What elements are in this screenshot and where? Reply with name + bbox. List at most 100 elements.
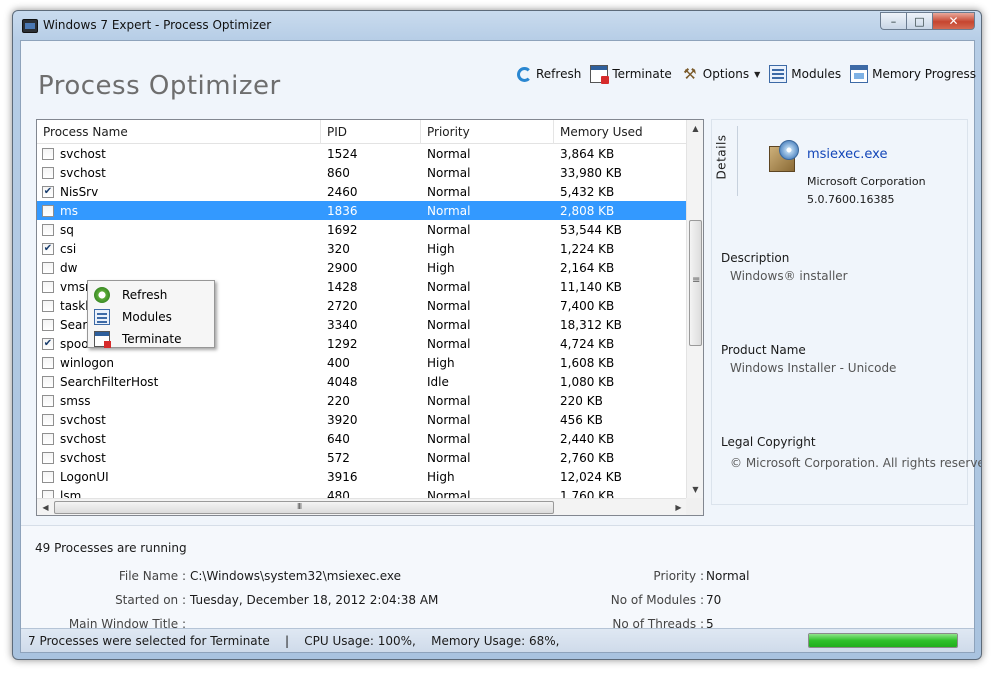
scroll-left-icon[interactable]: ◀ <box>37 499 54 515</box>
row-checkbox[interactable] <box>42 261 54 274</box>
row-checkbox[interactable] <box>42 223 54 236</box>
process-list[interactable]: Process Name PID Priority Memory Used sv… <box>36 119 704 516</box>
legal-copyright-label: Legal Copyright <box>721 435 816 449</box>
horizontal-scroll-thumb[interactable] <box>54 501 554 514</box>
description-value: Windows® installer <box>730 269 848 283</box>
table-row[interactable]: LogonUI 3916 High 12,024 KB <box>37 467 687 486</box>
process-name-cell: svchost <box>37 413 321 427</box>
pid-cell: 860 <box>327 165 350 180</box>
table-row[interactable]: csi 320 High 1,224 KB <box>37 239 687 258</box>
process-name-cell: NisSrv <box>37 185 321 199</box>
row-checkbox[interactable] <box>42 337 54 350</box>
row-checkbox[interactable] <box>42 375 54 388</box>
refresh-icon <box>517 66 532 82</box>
column-header-memory-used[interactable]: Memory Used <box>554 120 687 144</box>
memory-cell: 2,164 KB <box>560 260 615 275</box>
table-row[interactable]: svchost 640 Normal 2,440 KB <box>37 429 687 448</box>
scroll-down-icon[interactable]: ▼ <box>687 481 703 498</box>
modules-button[interactable]: Modules <box>769 65 841 83</box>
row-checkbox[interactable] <box>42 432 54 445</box>
priority-label: Priority : <box>653 569 704 583</box>
started-on-label: Started on : <box>115 593 186 607</box>
row-checkbox[interactable] <box>42 470 54 483</box>
process-name: svchost <box>60 431 106 446</box>
options-button[interactable]: ⚒ Options ▼ <box>681 65 760 83</box>
pid-cell: 320 <box>327 241 350 256</box>
priority-cell: Idle <box>427 374 449 389</box>
refresh-button[interactable]: Refresh <box>517 66 581 82</box>
table-row[interactable]: svchost 1524 Normal 3,864 KB <box>37 144 687 163</box>
row-checkbox[interactable] <box>42 299 54 312</box>
priority-cell: Normal <box>427 317 471 332</box>
table-row[interactable]: svchost 860 Normal 33,980 KB <box>37 163 687 182</box>
row-checkbox[interactable] <box>42 318 54 331</box>
process-name-cell: winlogon <box>37 356 321 370</box>
table-row[interactable]: dw 2900 High 2,164 KB <box>37 258 687 277</box>
row-checkbox[interactable] <box>42 280 54 293</box>
details-company: Microsoft Corporation <box>807 175 926 188</box>
memory-progress-button[interactable]: Memory Progress <box>850 65 976 83</box>
row-checkbox[interactable] <box>42 147 54 160</box>
process-name: NisSrv <box>60 184 99 199</box>
column-header-process-name[interactable]: Process Name <box>37 120 321 144</box>
memory-cell: 2,760 KB <box>560 450 615 465</box>
memory-cell: 2,808 KB <box>560 203 615 218</box>
modules-count-value: 70 <box>706 593 722 607</box>
vertical-scrollbar[interactable]: ▲ ▼ <box>686 120 703 498</box>
row-checkbox[interactable] <box>42 356 54 369</box>
row-checkbox[interactable] <box>42 413 54 426</box>
column-header-pid[interactable]: PID <box>321 120 421 144</box>
table-row[interactable]: NisSrv 2460 Normal 5,432 KB <box>37 182 687 201</box>
status-bar: 7 Processes were selected for Terminate … <box>21 628 974 652</box>
memory-cell: 1,224 KB <box>560 241 615 256</box>
process-name: sq <box>60 222 74 237</box>
process-name-cell: svchost <box>37 432 321 446</box>
priority-cell: High <box>427 355 455 370</box>
table-row[interactable]: smss 220 Normal 220 KB <box>37 391 687 410</box>
row-checkbox[interactable] <box>42 204 54 217</box>
details-tab[interactable]: Details <box>715 132 734 186</box>
context-menu-item-terminate[interactable]: Terminate <box>88 328 214 350</box>
title-bar[interactable]: Windows 7 Expert - Process Optimizer – □… <box>13 11 981 41</box>
table-row[interactable]: SearchFilterHost 4048 Idle 1,080 KB <box>37 372 687 391</box>
pid-cell: 400 <box>327 355 350 370</box>
details-divider <box>737 126 738 196</box>
horizontal-scrollbar[interactable]: ◀ ▶ <box>37 498 687 515</box>
table-row[interactable]: ms 1836 Normal 2,808 KB <box>37 201 687 220</box>
memory-usage-progress <box>808 633 958 648</box>
memory-cell: 1,080 KB <box>560 374 615 389</box>
table-row[interactable]: winlogon 400 High 1,608 KB <box>37 353 687 372</box>
process-name: csi <box>60 241 77 256</box>
priority-cell: Normal <box>427 279 471 294</box>
product-name-value: Windows Installer - Unicode <box>730 361 897 375</box>
row-checkbox[interactable] <box>42 394 54 407</box>
context-menu-item-refresh[interactable]: Refresh <box>88 284 214 306</box>
table-row[interactable]: svchost 3920 Normal 456 KB <box>37 410 687 429</box>
toolbar: Refresh Terminate ⚒ Options ▼ Modules Me… <box>517 65 976 84</box>
terminate-button[interactable]: Terminate <box>590 65 672 84</box>
scroll-up-icon[interactable]: ▲ <box>687 120 703 137</box>
scroll-right-icon[interactable]: ▶ <box>670 499 687 515</box>
terminate-icon <box>590 65 610 84</box>
main-window: Windows 7 Expert - Process Optimizer – □… <box>12 10 982 660</box>
row-checkbox[interactable] <box>42 166 54 179</box>
vertical-scroll-thumb[interactable] <box>689 220 702 346</box>
context-menu-item-modules[interactable]: Modules <box>88 306 214 328</box>
row-checkbox[interactable] <box>42 185 54 198</box>
minimize-button[interactable]: – <box>880 12 906 30</box>
memory-cell: 33,980 KB <box>560 165 622 180</box>
table-row[interactable]: svchost 572 Normal 2,760 KB <box>37 448 687 467</box>
close-button[interactable]: ✕ <box>932 12 975 30</box>
tools-icon: ⚒ <box>683 65 697 83</box>
maximize-button[interactable]: □ <box>906 12 932 30</box>
context-menu-label: Terminate <box>122 332 182 346</box>
memory-usage-progress-fill <box>809 634 957 647</box>
row-checkbox[interactable] <box>42 451 54 464</box>
process-name-cell: dw <box>37 261 321 275</box>
pid-cell: 2900 <box>327 260 358 275</box>
row-checkbox[interactable] <box>42 242 54 255</box>
table-row[interactable]: sq 1692 Normal 53,544 KB <box>37 220 687 239</box>
column-header-priority[interactable]: Priority <box>421 120 554 144</box>
details-exe-name: msiexec.exe <box>807 147 888 162</box>
process-name: svchost <box>60 450 106 465</box>
